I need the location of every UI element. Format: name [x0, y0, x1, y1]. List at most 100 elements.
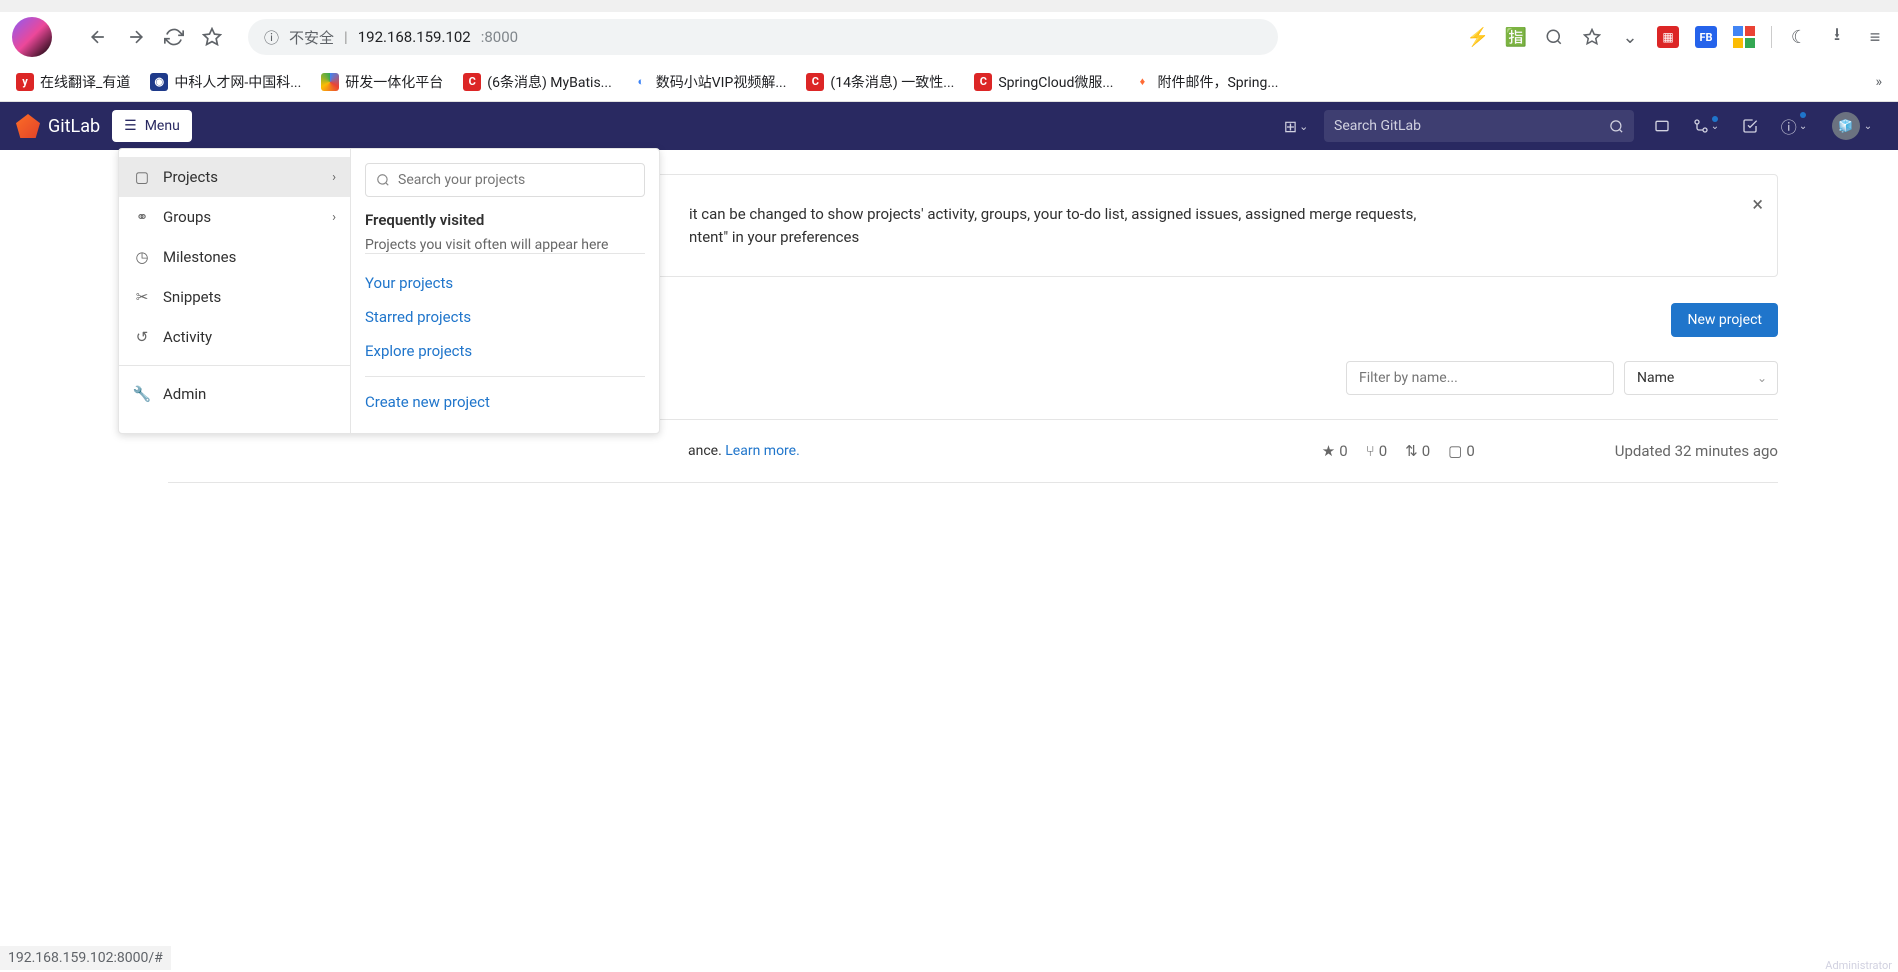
star-empty-icon[interactable] — [200, 25, 224, 49]
help-icon[interactable]: ⓘ ⌄ — [1778, 114, 1810, 138]
filter-by-name-input[interactable] — [1346, 361, 1614, 395]
project-stats: ★0 ⑂0 ⇅0 ▢0 — [1322, 442, 1475, 460]
translate-icon[interactable]: 🈯 — [1505, 26, 1527, 48]
bolt-icon[interactable]: ⚡ — [1467, 26, 1489, 48]
project-search-input[interactable] — [398, 172, 634, 188]
browser-profile-avatar[interactable] — [12, 17, 52, 57]
extension-1-icon[interactable]: ▦ — [1657, 26, 1679, 48]
chevron-down-icon[interactable]: ⌄ — [1619, 26, 1641, 48]
browser-tabstrip — [0, 0, 1898, 12]
starred-projects-link[interactable]: Starred projects — [365, 300, 645, 334]
forward-button[interactable] — [124, 25, 148, 49]
merge-icon: ⇅ — [1405, 442, 1418, 460]
gitlab-header: GitLab ☰ Menu ⊞ ⌄ ⌄ ⓘ ⌄ 🧊 ⌄ Administrato… — [0, 102, 1898, 150]
project-search[interactable] — [365, 163, 645, 197]
updated-label: Updated 32 minutes ago — [1615, 442, 1778, 460]
status-bar: 192.168.159.102:8000/# — [0, 946, 171, 970]
favicon — [321, 73, 339, 91]
todos-icon[interactable] — [1734, 118, 1766, 134]
project-links: Your projects Starred projects Explore p… — [365, 253, 645, 419]
favicon: ◉ — [150, 73, 168, 91]
menu-item-label: Activity — [163, 328, 212, 346]
address-bar[interactable]: ⓘ 不安全 | 192.168.159.102:8000 — [248, 19, 1278, 55]
avatar: 🧊 — [1832, 112, 1860, 140]
insecure-label: 不安全 — [289, 27, 334, 48]
menu-item-icon: ↺ — [133, 328, 151, 346]
stars-stat[interactable]: ★0 — [1322, 442, 1348, 460]
explore-projects-link[interactable]: Explore projects — [365, 334, 645, 368]
separator: | — [344, 28, 348, 46]
issues-icon[interactable] — [1646, 118, 1678, 134]
frequently-visited-title: Frequently visited — [365, 211, 645, 229]
menu-item-milestones[interactable]: ◷Milestones — [119, 237, 350, 277]
menu-right-panel: Frequently visited Projects you visit of… — [351, 149, 659, 433]
divider — [119, 365, 350, 366]
browser-menu-icon[interactable]: ≡ — [1864, 26, 1886, 48]
gitlab-logo-icon — [16, 114, 40, 138]
reload-button[interactable] — [162, 25, 186, 49]
bookmark-label: 研发一体化平台 — [345, 72, 443, 92]
gitlab-search-input[interactable] — [1334, 118, 1609, 134]
user-label: Administrator — [1825, 959, 1892, 972]
bookmark-item[interactable]: C(14条消息) 一致性... — [806, 72, 954, 92]
menu-item-groups[interactable]: ⚭Groups› — [119, 197, 350, 237]
bookmark-label: (6条消息) MyBatis... — [487, 72, 611, 92]
search-icon — [1609, 119, 1624, 134]
url-host: 192.168.159.102 — [358, 28, 471, 46]
favicon: ◐ — [632, 73, 650, 91]
menu-item-icon: ▢ — [133, 168, 151, 186]
merge-requests-icon[interactable]: ⌄ — [1690, 118, 1722, 134]
gitlab-brand: GitLab — [48, 116, 100, 137]
bookmark-item[interactable]: 研发一体化平台 — [321, 72, 443, 92]
menu-button[interactable]: ☰ Menu — [112, 110, 192, 142]
menu-item-admin[interactable]: 🔧 Admin — [119, 374, 350, 414]
bookmarks-bar: y在线翻译_有道 ◉中科人才网-中国科... 研发一体化平台 C(6条消息) M… — [0, 62, 1898, 102]
menu-item-snippets[interactable]: ✂Snippets — [119, 277, 350, 317]
notice-line2: ntent" in your preferences — [689, 226, 1737, 249]
close-icon[interactable]: × — [1752, 189, 1763, 219]
bookmarks-overflow-icon[interactable]: » — [1875, 74, 1882, 90]
user-menu[interactable]: 🧊 ⌄ — [1822, 112, 1882, 140]
search-icon — [376, 173, 390, 187]
gitlab-search[interactable] — [1324, 110, 1634, 142]
your-projects-link[interactable]: Your projects — [365, 266, 645, 300]
learn-more-link[interactable]: Learn more. — [725, 443, 800, 459]
menu-item-icon: ✂ — [133, 288, 151, 306]
bookmark-star-icon[interactable] — [1581, 26, 1603, 48]
moon-icon[interactable]: ☾ — [1788, 26, 1810, 48]
issues-stat[interactable]: ▢0 — [1448, 442, 1475, 460]
menu-left-panel: ▢Projects›⚭Groups›◷Milestones✂Snippets↺A… — [119, 149, 351, 433]
bookmark-item[interactable]: ◐ 数码小站VIP视频解... — [632, 72, 787, 92]
bookmark-item[interactable]: C SpringCloud微服... — [974, 72, 1113, 92]
menu-item-label: Milestones — [163, 248, 236, 266]
plus-dropdown[interactable]: ⊞ ⌄ — [1280, 117, 1312, 136]
extension-3-icon[interactable] — [1733, 26, 1755, 48]
toolbar-right: ⚡ 🈯 ⌄ ▦ FB ☾ ⭳ ≡ — [1467, 26, 1886, 48]
divider — [1771, 26, 1772, 48]
gitlab-logo[interactable]: GitLab — [16, 114, 100, 138]
back-button[interactable] — [86, 25, 110, 49]
menu-item-label: Projects — [163, 168, 218, 186]
bookmark-item[interactable]: C(6条消息) MyBatis... — [463, 72, 611, 92]
favicon: y — [16, 73, 34, 91]
new-project-button[interactable]: New project — [1671, 303, 1778, 337]
sort-dropdown[interactable]: Name ⌄ — [1624, 361, 1778, 395]
mr-stat[interactable]: ⇅0 — [1405, 442, 1430, 460]
download-icon[interactable]: ⭳ — [1826, 26, 1848, 48]
bookmark-label: SpringCloud微服... — [998, 72, 1113, 92]
menu-item-projects[interactable]: ▢Projects› — [119, 157, 350, 197]
hamburger-icon: ☰ — [124, 118, 137, 134]
bookmark-label: 数码小站VIP视频解... — [656, 72, 787, 92]
bookmark-item[interactable]: ♦附件邮件，Spring... — [1133, 72, 1278, 92]
forks-stat[interactable]: ⑂0 — [1366, 442, 1387, 460]
extension-2-icon[interactable]: FB — [1695, 26, 1717, 48]
menu-item-icon: ⚭ — [133, 208, 151, 226]
bookmark-item[interactable]: y在线翻译_有道 — [16, 72, 130, 92]
menu-item-activity[interactable]: ↺ Activity — [119, 317, 350, 357]
bookmark-item[interactable]: ◉中科人才网-中国科... — [150, 72, 301, 92]
bookmark-label: 附件邮件，Spring... — [1157, 72, 1278, 92]
create-new-project-link[interactable]: Create new project — [365, 385, 645, 419]
info-icon: ⓘ — [264, 27, 279, 48]
zoom-icon[interactable] — [1543, 26, 1565, 48]
favicon: C — [974, 73, 992, 91]
